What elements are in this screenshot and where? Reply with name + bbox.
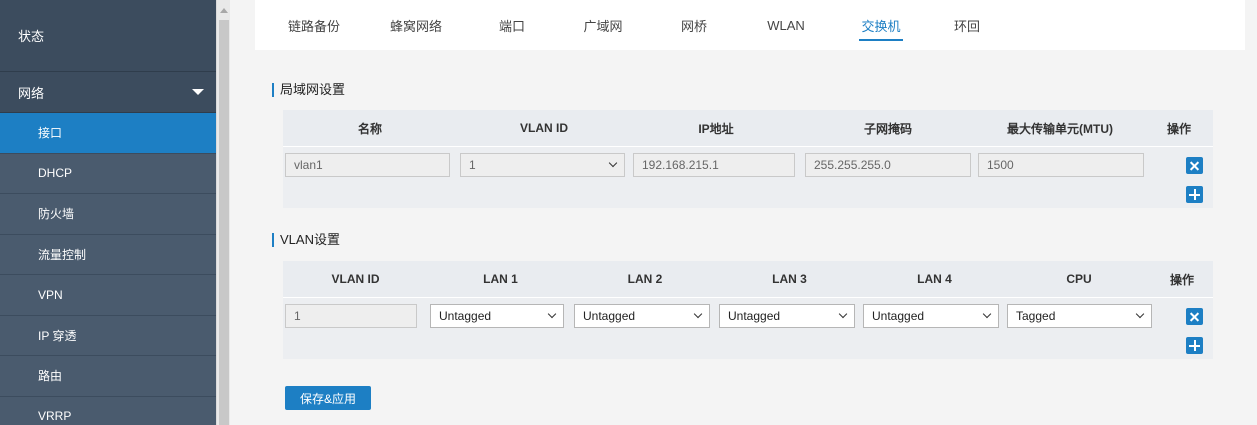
vlan-table-header: VLAN ID LAN 1 LAN 2 LAN 3 LAN 4 CPU 操作: [283, 261, 1213, 297]
app-window: 状态 网络 接口 DHCP 防火墙 流量控制 VPN IP 穿透 路由 VRRP: [0, 0, 1257, 425]
vlan-settings-title: VLAN设置: [272, 233, 340, 247]
col-ip: IP地址: [698, 121, 734, 136]
sidebar-item-firewall[interactable]: 防火墙: [0, 194, 216, 235]
col-action: 操作: [1166, 121, 1191, 136]
tab-cellular[interactable]: 蜂窝网络: [390, 0, 442, 50]
main-content: 链路备份 蜂窝网络 端口 广域网 网桥 WLAN 交换机 环回 局域网设置 名称…: [230, 0, 1257, 425]
sidebar-item-interface[interactable]: 接口: [0, 113, 216, 154]
col-cpu: CPU: [1066, 272, 1092, 286]
tab-label: 交换机: [861, 18, 901, 34]
sidebar-item-routing[interactable]: 路由: [0, 356, 216, 397]
chevron-down-icon: [982, 309, 992, 318]
tab-label: 网桥: [681, 18, 708, 34]
lan-ip-field[interactable]: 192.168.215.1: [633, 152, 795, 177]
tab-port[interactable]: 端口: [499, 0, 525, 50]
delete-row-icon[interactable]: [1186, 157, 1203, 174]
sidebar-item-label: 防火墙: [38, 207, 75, 222]
select-value: Untagged: [728, 308, 781, 323]
sidebar-status-label: 状态: [18, 29, 45, 44]
tab-label: WLAN: [767, 17, 805, 33]
sidebar-item-label: DHCP: [38, 166, 73, 181]
sidebar-item-dhcp[interactable]: DHCP: [0, 153, 216, 194]
sidebar-item-vpn[interactable]: VPN: [0, 275, 216, 316]
sidebar-item-label: 流量控制: [38, 247, 87, 262]
col-name: 名称: [357, 121, 382, 136]
chevron-down-icon: [1135, 309, 1145, 318]
chevron-down-icon: [608, 158, 618, 167]
sidebar-item-label: VRRP: [38, 409, 72, 424]
delete-row-icon[interactable]: [1186, 308, 1203, 325]
table-row: vlan1 1 192.168.215.1 255.255.255.0 1500: [283, 146, 1213, 182]
caret-down-icon: [192, 89, 204, 95]
select-value: Untagged: [583, 308, 636, 323]
select-value: Untagged: [872, 308, 925, 323]
sidebar-item-status[interactable]: 状态: [0, 0, 216, 72]
col-mtu: 最大传输单元(MTU): [1007, 121, 1113, 136]
tab-label: 环回: [954, 18, 981, 34]
sidebar-item-traffic-control[interactable]: 流量控制: [0, 234, 216, 275]
col-vlan-id: VLAN ID: [520, 121, 568, 135]
lan-mask-field[interactable]: 255.255.255.0: [805, 152, 971, 177]
lan-table-header: 名称 VLAN ID IP地址 子网掩码 最大传输单元(MTU) 操作: [283, 110, 1213, 146]
col-mask: 子网掩码: [863, 121, 912, 136]
lan3-select[interactable]: Untagged: [719, 303, 855, 328]
lan-settings-title: 局域网设置: [272, 83, 345, 97]
vlan-id-field[interactable]: 1: [285, 303, 417, 328]
tab-label: 端口: [499, 18, 526, 34]
tab-label: 蜂窝网络: [390, 18, 443, 34]
vlan-table: VLAN ID LAN 1 LAN 2 LAN 3 LAN 4 CPU 操作 1…: [283, 261, 1213, 359]
col-action: 操作: [1169, 272, 1194, 287]
sidebar-item-label: 路由: [38, 369, 63, 384]
col-lan4: LAN 4: [917, 272, 952, 286]
tab-link-backup[interactable]: 链路备份: [288, 0, 340, 50]
scroll-thumb[interactable]: [219, 20, 229, 425]
tab-wan[interactable]: 广域网: [583, 0, 623, 50]
chevron-down-icon: [547, 309, 557, 318]
sidebar: 状态 网络 接口 DHCP 防火墙 流量控制 VPN IP 穿透 路由 VRRP: [0, 0, 216, 425]
lan1-select[interactable]: Untagged: [430, 303, 564, 328]
cpu-select[interactable]: Tagged: [1007, 303, 1152, 328]
lan2-select[interactable]: Untagged: [574, 303, 710, 328]
vlan-add-row: [283, 333, 1213, 359]
sidebar-scrollbar[interactable]: [216, 0, 230, 425]
sidebar-network-label: 网络: [18, 85, 45, 101]
col-lan2: LAN 2: [627, 272, 663, 286]
select-value: Untagged: [439, 308, 492, 323]
save-apply-button[interactable]: 保存&应用: [285, 386, 371, 410]
tab-bar: 链路备份 蜂窝网络 端口 广域网 网桥 WLAN 交换机 环回: [255, 0, 1245, 50]
lan-table: 名称 VLAN ID IP地址 子网掩码 最大传输单元(MTU) 操作 vlan…: [283, 110, 1213, 208]
sidebar-item-vrrp[interactable]: VRRP: [0, 396, 216, 425]
scroll-up-arrow-icon[interactable]: [220, 8, 228, 13]
select-value: Tagged: [1016, 308, 1056, 323]
add-row-icon[interactable]: [1186, 186, 1203, 203]
sidebar-section-network[interactable]: 网络: [0, 72, 216, 113]
tab-loopback[interactable]: 环回: [954, 0, 980, 50]
sidebar-item-ip-passthrough[interactable]: IP 穿透: [0, 315, 216, 356]
chevron-down-icon: [838, 309, 848, 318]
tab-bridge[interactable]: 网桥: [681, 0, 707, 50]
lan-add-row: [283, 182, 1213, 208]
sidebar-item-label: IP 穿透: [38, 328, 77, 343]
col-lan1: LAN 1: [483, 272, 518, 286]
tab-label: 链路备份: [288, 18, 341, 34]
lan4-select[interactable]: Untagged: [863, 303, 999, 328]
select-value: 1: [469, 157, 476, 172]
tab-label: 广域网: [583, 18, 623, 34]
lan-mtu-field[interactable]: 1500: [978, 152, 1144, 177]
sidebar-item-label: VPN: [38, 287, 63, 302]
col-lan3: LAN 3: [772, 272, 807, 286]
tab-wlan[interactable]: WLAN: [767, 0, 805, 50]
tab-switch[interactable]: 交换机: [859, 0, 903, 50]
chevron-down-icon: [693, 309, 703, 318]
lan-name-field[interactable]: vlan1: [285, 152, 450, 177]
add-row-icon[interactable]: [1186, 337, 1203, 354]
table-row: 1 Untagged Untagged Untagged Untagged Ta…: [283, 297, 1213, 333]
sidebar-item-label: 接口: [38, 126, 63, 141]
lan-vlan-id-select[interactable]: 1: [460, 152, 625, 177]
col-vlan-id: VLAN ID: [331, 272, 380, 286]
